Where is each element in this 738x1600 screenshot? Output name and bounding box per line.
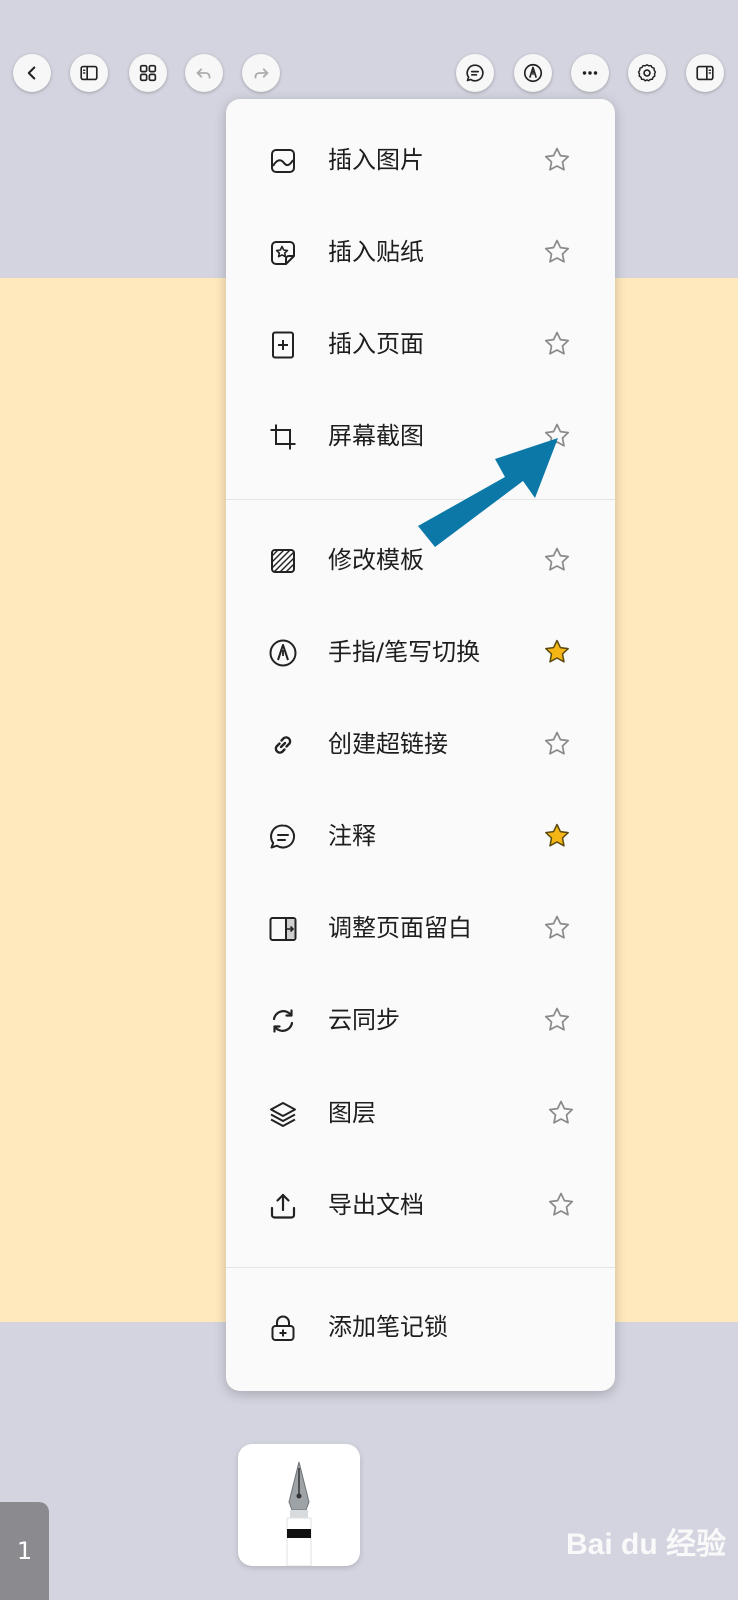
comment-icon — [268, 822, 298, 852]
sidebar-button[interactable] — [70, 54, 108, 92]
menu-item-label: 手指/笔写切换 — [328, 638, 481, 666]
menu-item-cloud-sync[interactable]: 云同步 — [226, 984, 615, 1056]
grid-icon — [139, 64, 157, 82]
menu-divider — [226, 1267, 615, 1268]
menu-item-label: 注释 — [328, 822, 376, 850]
menu-item-label: 屏幕截图 — [328, 422, 424, 450]
panel-icon — [696, 65, 714, 81]
menu-item-label: 调整页面留白 — [328, 914, 472, 942]
undo-icon — [196, 68, 211, 79]
menu-item-finger-pen-toggle[interactable]: 手指/笔写切换 — [226, 616, 615, 688]
fountain-pen-icon — [286, 1461, 312, 1566]
star-icon[interactable] — [542, 913, 572, 943]
star-icon[interactable] — [542, 329, 572, 359]
template-icon — [268, 546, 298, 576]
add-page-icon — [268, 330, 298, 360]
menu-item-add-note-lock[interactable]: 添加笔记锁 — [226, 1291, 615, 1363]
link-icon — [268, 730, 298, 760]
star-icon[interactable] — [546, 1190, 576, 1220]
undo-button[interactable] — [185, 54, 223, 92]
crop-icon — [268, 422, 298, 452]
grid-view-button[interactable] — [129, 54, 167, 92]
redo-icon — [254, 68, 269, 79]
menu-item-insert-image[interactable]: 插入图片 — [226, 124, 615, 196]
redo-button[interactable] — [242, 54, 280, 92]
star-filled-icon[interactable] — [542, 637, 572, 667]
menu-divider — [226, 499, 615, 500]
menu-item-annotation[interactable]: 注释 — [226, 800, 615, 872]
more-icon — [582, 71, 598, 75]
menu-item-layers[interactable]: 图层 — [226, 1077, 615, 1149]
star-icon[interactable] — [542, 545, 572, 575]
star-filled-icon[interactable] — [542, 821, 572, 851]
star-icon[interactable] — [542, 237, 572, 267]
pen-tool-button[interactable] — [238, 1444, 360, 1566]
back-icon — [27, 66, 36, 80]
sync-icon — [268, 1006, 298, 1036]
image-icon — [268, 146, 298, 176]
menu-item-label: 添加笔记锁 — [328, 1313, 448, 1341]
star-icon[interactable] — [542, 145, 572, 175]
layers-icon — [268, 1099, 298, 1129]
menu-item-label: 图层 — [328, 1099, 376, 1127]
menu-item-export-document[interactable]: 导出文档 — [226, 1169, 615, 1241]
star-icon[interactable] — [546, 1098, 576, 1128]
page-indicator[interactable]: 1 — [0, 1502, 49, 1600]
back-button[interactable] — [13, 54, 51, 92]
menu-item-insert-page[interactable]: 插入页面 — [226, 308, 615, 380]
menu-item-label: 修改模板 — [328, 546, 424, 574]
panel-button[interactable] — [686, 54, 724, 92]
sidebar-icon — [80, 65, 98, 81]
page-margin-icon — [268, 914, 298, 944]
star-icon[interactable] — [542, 729, 572, 759]
menu-item-label: 创建超链接 — [328, 730, 448, 758]
watermark: Bai du 经验 — [566, 1528, 727, 1561]
settings-icon — [637, 64, 657, 82]
comment-icon — [466, 64, 484, 82]
more-menu: 插入图片 插入贴纸 插入页面 屏幕截图 修改模板 手指/笔写切换 创建超链接 注… — [226, 99, 615, 1391]
settings-button[interactable] — [628, 54, 666, 92]
menu-item-screenshot[interactable]: 屏幕截图 — [226, 400, 615, 472]
pen-mode-button[interactable] — [514, 54, 552, 92]
menu-item-label: 插入页面 — [328, 330, 424, 358]
menu-item-edit-template[interactable]: 修改模板 — [226, 524, 615, 596]
export-icon — [268, 1191, 298, 1221]
more-button[interactable] — [571, 54, 609, 92]
star-icon[interactable] — [542, 421, 572, 451]
menu-item-page-margin[interactable]: 调整页面留白 — [226, 892, 615, 964]
menu-item-label: 插入图片 — [328, 146, 424, 174]
sticker-icon — [268, 238, 298, 268]
menu-item-insert-sticker[interactable]: 插入贴纸 — [226, 216, 615, 288]
menu-item-label: 导出文档 — [328, 1191, 424, 1219]
menu-item-label: 插入贴纸 — [328, 238, 424, 266]
pen-mode-icon — [523, 63, 543, 83]
comment-button[interactable] — [456, 54, 494, 92]
lock-icon — [268, 1313, 298, 1343]
menu-item-label: 云同步 — [328, 1006, 400, 1034]
pen-nib-icon — [268, 638, 298, 668]
star-icon[interactable] — [542, 1005, 572, 1035]
menu-item-create-hyperlink[interactable]: 创建超链接 — [226, 708, 615, 780]
